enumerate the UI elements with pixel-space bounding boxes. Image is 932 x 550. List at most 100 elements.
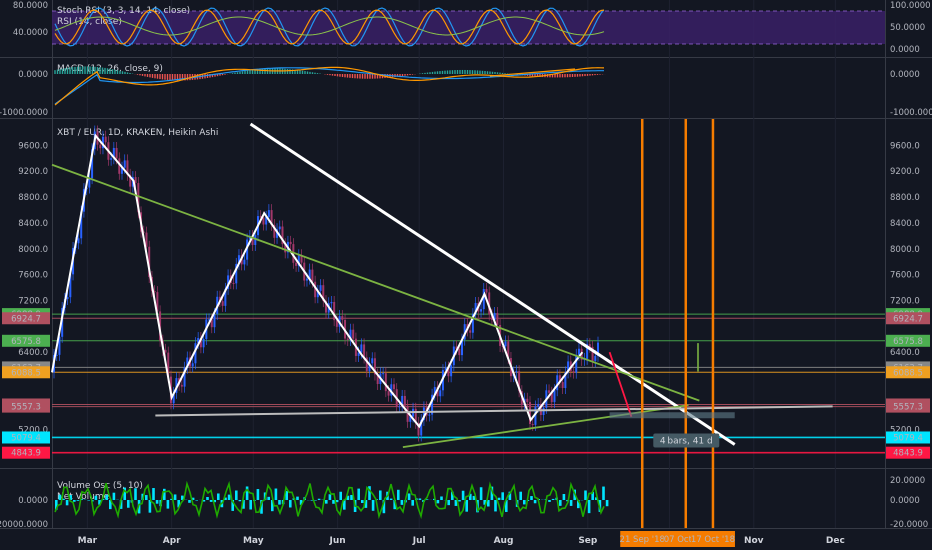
- candle-body: [439, 390, 442, 397]
- net-volume-bar: [389, 498, 393, 500]
- net-volume-bar: [371, 500, 375, 511]
- candle-body: [577, 348, 580, 355]
- candle-body: [526, 398, 529, 403]
- net-volume-bar: [235, 490, 238, 500]
- candle-body: [458, 348, 461, 356]
- net-volume-bar: [569, 500, 573, 506]
- net-volume-bar: [497, 497, 501, 500]
- candle-body: [202, 339, 205, 348]
- net-volume-bar: [65, 500, 69, 506]
- candle-body: [110, 158, 113, 160]
- candle-body: [295, 262, 298, 266]
- candle-body: [254, 235, 257, 245]
- candle-body: [243, 259, 246, 265]
- price-left-tick: 8000.0: [18, 245, 48, 255]
- net-volume-bar: [357, 488, 360, 500]
- time-axis-month: Dec: [826, 536, 845, 546]
- net-volume-bar: [325, 500, 328, 504]
- net-volume-bar: [166, 500, 170, 509]
- stoch-left-tick: 40.0000: [13, 28, 48, 38]
- candle-body: [267, 210, 270, 217]
- net-volume-bar: [447, 500, 450, 506]
- level-value-right: 4843.9: [893, 449, 923, 459]
- candle-body: [262, 217, 265, 225]
- net-volume-bar: [173, 494, 177, 500]
- candle-body: [548, 390, 551, 393]
- price-left-tick: 9200.0: [18, 167, 48, 177]
- price-right-tick: 7600.0: [890, 271, 920, 281]
- level-value-left: 4843.9: [11, 449, 41, 459]
- candle-body: [485, 288, 488, 293]
- candle-body: [115, 147, 118, 159]
- price-left-tick: 7200.0: [18, 296, 48, 306]
- candle-body: [352, 329, 355, 339]
- net-volume-bar: [602, 486, 605, 500]
- main-chart-title: XBT / EUR, 1D, KRAKEN, Heikin Ashi: [57, 128, 218, 138]
- net-volume-bar: [350, 494, 353, 500]
- net-volume-bar: [278, 500, 281, 505]
- candle-body: [515, 371, 518, 373]
- candle-body: [553, 390, 556, 403]
- level-value-left: 6924.7: [11, 314, 41, 324]
- net-volume-bar: [519, 491, 522, 500]
- candle-body: [537, 404, 540, 407]
- net-volume-bar: [127, 500, 130, 508]
- candle-body: [319, 285, 322, 291]
- stoch-left-tick: 80.0000: [13, 1, 48, 11]
- net-volume-bar: [296, 496, 299, 500]
- price-right-tick: 6400.0: [890, 348, 920, 358]
- level-value-left: 6575.8: [11, 337, 41, 347]
- candle-body: [180, 384, 183, 387]
- price-left-tick: 6400.0: [18, 348, 48, 358]
- level-value-right: 6924.7: [893, 314, 923, 324]
- candle-body: [496, 312, 499, 325]
- candle-body: [123, 160, 126, 168]
- candle-body: [382, 373, 385, 375]
- net-volume-bar: [289, 500, 292, 508]
- net-volume-bar: [249, 500, 252, 510]
- price-right-tick: 7200.0: [890, 296, 920, 306]
- net-volume-bar: [145, 495, 148, 500]
- chart-canvas[interactable]: Stoch RSI (3, 3, 14, 14, close)RSI (14, …: [0, 0, 932, 550]
- price-right-tick: 8000.0: [890, 245, 920, 255]
- net-volume-bar: [267, 496, 270, 500]
- macd-right-tick: -1000.0000: [890, 108, 932, 118]
- candle-body: [305, 278, 308, 281]
- net-volume-bar: [339, 491, 342, 500]
- date-marker-label: 21 Sep '18: [620, 535, 665, 545]
- candle-body: [531, 423, 534, 425]
- candle-body: [360, 344, 363, 353]
- net-volume-bar: [314, 500, 317, 501]
- candle-body: [387, 391, 390, 396]
- net-volume-bar: [436, 500, 440, 504]
- time-axis-month: Nov: [744, 536, 764, 546]
- net-volume-bar: [559, 500, 562, 506]
- net-volume-bar: [548, 500, 551, 502]
- net-volume-bar: [188, 500, 191, 503]
- candle-body: [428, 414, 431, 416]
- candle-body: [278, 226, 281, 230]
- candle-body: [341, 316, 344, 320]
- candle-body: [469, 330, 472, 333]
- stoch-right-tick: 50.0000: [890, 23, 925, 33]
- candle-body: [311, 269, 314, 282]
- price-right-tick: 8800.0: [890, 193, 920, 203]
- candle-body: [450, 365, 453, 377]
- net-volume-bar: [87, 500, 90, 501]
- candle-body: [393, 384, 395, 390]
- candle-body: [134, 177, 137, 184]
- osc-right-tick: 0.0000: [890, 496, 920, 506]
- candle-body: [572, 371, 575, 373]
- candle-body: [371, 358, 374, 364]
- time-axis-month: Apr: [163, 536, 181, 546]
- price-right-tick: 9600.0: [890, 141, 920, 151]
- candle-body: [575, 354, 578, 373]
- candle-body: [104, 136, 107, 143]
- bars-range-label: 4 bars, 41 d: [660, 436, 713, 446]
- candle-body: [99, 144, 102, 149]
- time-axis-month: Jul: [412, 536, 426, 546]
- net-volume-bar: [461, 490, 465, 500]
- stoch-right-tick: 100.0000: [890, 1, 931, 11]
- net-volume-bar: [332, 500, 335, 504]
- net-volume-bar: [418, 498, 422, 500]
